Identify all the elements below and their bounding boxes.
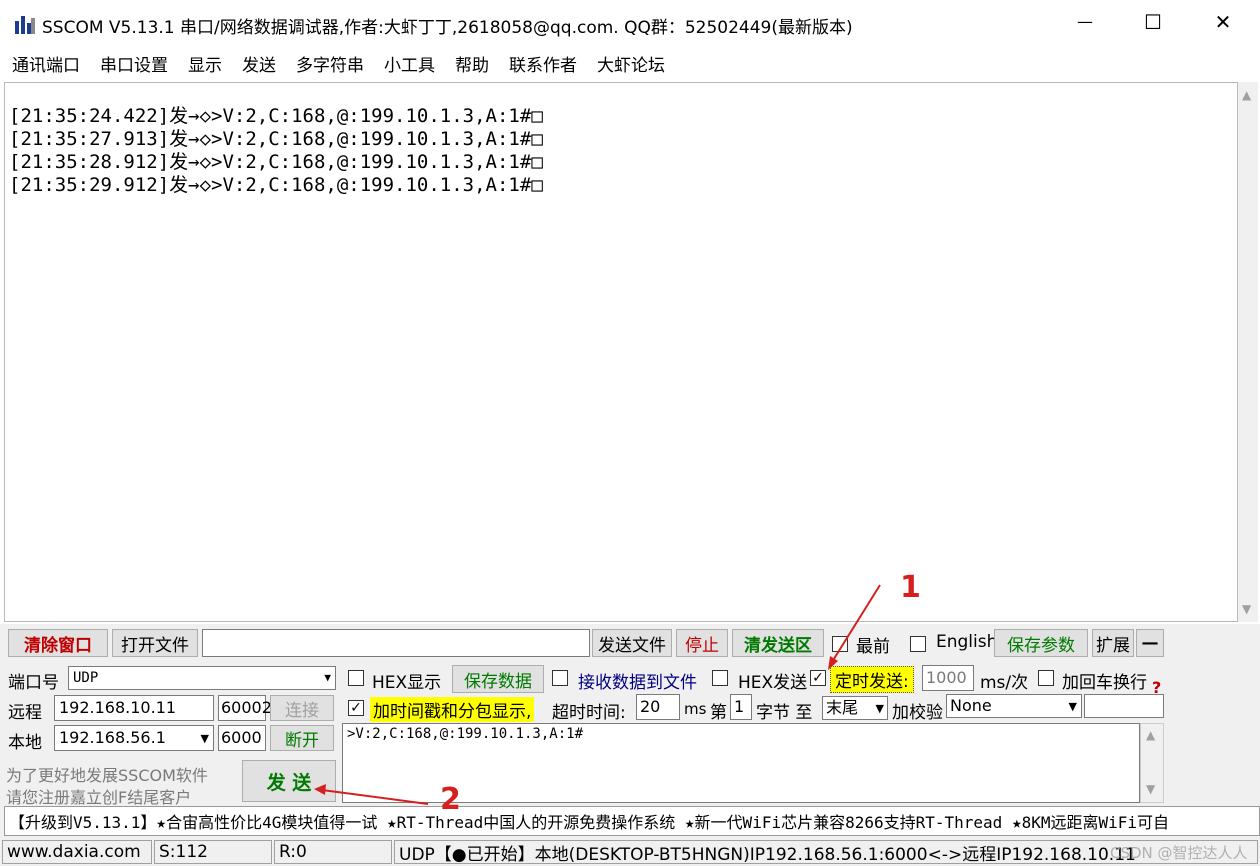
end-select[interactable]: 末尾 ▼ bbox=[822, 696, 888, 720]
timeout-label: 超时时间: bbox=[552, 703, 626, 723]
menu-bar: 通讯端口 串口设置 显示 发送 多字符串 小工具 帮助 联系作者 大虾论坛 bbox=[0, 48, 1260, 78]
disconnect-button[interactable]: 断开 bbox=[270, 725, 334, 751]
chevron-down-icon: ▼ bbox=[875, 702, 884, 715]
add-crlf-checkbox[interactable] bbox=[1038, 670, 1054, 686]
app-logo-icon bbox=[14, 13, 36, 35]
checksum-label: 加校验 bbox=[892, 703, 943, 723]
recv-to-file-checkbox[interactable] bbox=[552, 670, 568, 686]
english-label: English bbox=[936, 632, 998, 652]
menu-send[interactable]: 发送 bbox=[242, 51, 276, 76]
window-title: SSCOM V5.13.1 串口/网络数据调试器,作者:大虾丁丁,2618058… bbox=[42, 18, 853, 38]
menu-help[interactable]: 帮助 bbox=[455, 51, 489, 76]
send-text-content: >V:2,C:168,@:199.10.1.3,A:1# bbox=[347, 726, 584, 742]
port-select-value: UDP bbox=[73, 670, 99, 686]
menu-tools[interactable]: 小工具 bbox=[384, 51, 435, 76]
timestamp-checkbox[interactable]: ✓ bbox=[348, 700, 364, 716]
add-crlf-label: 加回车换行 bbox=[1062, 673, 1147, 693]
status-bar: www.daxia.com S:112 R:0 UDP【●已开始】本地(DESK… bbox=[0, 838, 1260, 866]
recv-to-file-label: 接收数据到文件 bbox=[578, 673, 697, 693]
ticker-text: 【升级到V5.13.1】★合宙高性价比4G模块值得一试 ★RT-Thread中国… bbox=[9, 813, 1170, 832]
receive-line: [21:35:24.422]发→◇>V:2,C:168,@:199.10.1.3… bbox=[9, 105, 543, 127]
timestamp-label: 加时间戳和分包显示, bbox=[370, 697, 535, 722]
promo-line-1: 为了更好地发展SSCOM软件 bbox=[6, 766, 208, 785]
status-sent-count: S:112 bbox=[154, 840, 272, 864]
menu-contact-author[interactable]: 联系作者 bbox=[509, 51, 577, 76]
connect-button[interactable]: 连接 bbox=[270, 695, 334, 721]
news-ticker[interactable]: 【升级到V5.13.1】★合宙高性价比4G模块值得一试 ★RT-Thread中国… bbox=[4, 806, 1260, 836]
checksum-select-value: None bbox=[950, 696, 992, 715]
save-data-button[interactable]: 保存数据 bbox=[452, 665, 544, 693]
scroll-up-icon[interactable]: ▲ bbox=[1146, 728, 1155, 742]
open-file-button[interactable]: 打开文件 bbox=[112, 629, 198, 657]
menu-serial-settings[interactable]: 串口设置 bbox=[100, 51, 168, 76]
remote-label: 远程 bbox=[8, 703, 42, 723]
menu-multi-string[interactable]: 多字符串 bbox=[296, 51, 364, 76]
hex-send-label: HEX发送 bbox=[738, 673, 808, 693]
receive-scrollbar[interactable]: ▲ ▼ bbox=[1238, 82, 1258, 622]
status-recv-count: R:0 bbox=[274, 840, 392, 864]
hex-send-checkbox[interactable] bbox=[712, 670, 728, 686]
timed-send-checkbox[interactable]: ✓ bbox=[810, 670, 826, 686]
title-bar[interactable]: SSCOM V5.13.1 串口/网络数据调试器,作者:大虾丁丁,2618058… bbox=[0, 0, 1260, 48]
menu-display[interactable]: 显示 bbox=[188, 51, 222, 76]
clear-window-button[interactable]: 清除窗口 bbox=[8, 629, 108, 657]
save-params-button[interactable]: 保存参数 bbox=[994, 629, 1088, 657]
maximize-button[interactable]: ☐ bbox=[1138, 10, 1168, 34]
local-label: 本地 bbox=[8, 733, 42, 753]
status-site[interactable]: www.daxia.com bbox=[2, 840, 152, 864]
local-ip-value: 192.168.56.1 bbox=[59, 728, 166, 747]
interval-unit-label: ms/次 bbox=[980, 673, 1029, 693]
port-label: 端口号 bbox=[8, 673, 59, 693]
hex-display-label: HEX显示 bbox=[372, 673, 442, 693]
receive-area[interactable]: [21:35:24.422]发→◇>V:2,C:168,@:199.10.1.3… bbox=[4, 82, 1238, 622]
watermark: CSDN @智控达人人 bbox=[1110, 844, 1248, 862]
annotation-marker-2: 2 bbox=[440, 782, 461, 817]
end-select-value: 末尾 bbox=[826, 698, 859, 717]
nth-input[interactable]: 1 bbox=[730, 694, 752, 720]
remote-port-input[interactable]: 60002 bbox=[218, 695, 272, 721]
menu-comm-port[interactable]: 通讯端口 bbox=[12, 51, 80, 76]
english-checkbox[interactable] bbox=[910, 636, 926, 652]
scroll-down-icon[interactable]: ▼ bbox=[1146, 782, 1155, 796]
clear-send-button[interactable]: 清发送区 bbox=[732, 629, 824, 657]
minimize-button[interactable]: — bbox=[1070, 12, 1100, 31]
receive-line: [21:35:27.913]发→◇>V:2,C:168,@:199.10.1.3… bbox=[9, 128, 543, 150]
expand-button[interactable]: 扩展 bbox=[1092, 629, 1134, 657]
interval-input[interactable]: 1000 bbox=[922, 665, 974, 691]
stop-button[interactable]: 停止 bbox=[676, 629, 728, 657]
remote-ip-input[interactable]: 192.168.10.11 bbox=[54, 695, 214, 721]
receive-line: [21:35:29.912]发→◇>V:2,C:168,@:199.10.1.3… bbox=[9, 174, 543, 196]
close-button[interactable]: ✕ bbox=[1208, 10, 1238, 34]
port-select[interactable]: UDP ▼ bbox=[68, 666, 336, 690]
send-scrollbar[interactable]: ▲ ▼ bbox=[1140, 723, 1164, 803]
topmost-checkbox[interactable] bbox=[832, 636, 848, 652]
send-textbox[interactable]: >V:2,C:168,@:199.10.1.3,A:1# bbox=[342, 723, 1140, 803]
send-file-button[interactable]: 发送文件 bbox=[592, 629, 672, 657]
timeout-unit-label: ms bbox=[684, 700, 707, 718]
chevron-down-icon: ▼ bbox=[200, 732, 209, 745]
promo-line-2: 请您注册嘉立创F结尾客户 bbox=[6, 788, 192, 807]
chevron-down-icon: ▼ bbox=[324, 671, 331, 684]
hex-display-checkbox[interactable] bbox=[348, 670, 364, 686]
checksum-result bbox=[1084, 694, 1164, 718]
collapse-button[interactable]: — bbox=[1136, 629, 1164, 657]
byte-to-label: 字节 至 bbox=[756, 703, 813, 723]
send-button[interactable]: 发 送 bbox=[242, 760, 336, 802]
menu-forum[interactable]: 大虾论坛 bbox=[597, 51, 665, 76]
scroll-down-icon[interactable]: ▼ bbox=[1242, 602, 1251, 616]
file-path-input[interactable] bbox=[202, 629, 590, 657]
receive-line: [21:35:28.912]发→◇>V:2,C:168,@:199.10.1.3… bbox=[9, 151, 543, 173]
nth-label: 第 bbox=[710, 703, 727, 723]
timed-send-label: 定时发送: bbox=[830, 666, 914, 693]
local-port-input[interactable]: 6000 bbox=[218, 725, 266, 751]
topmost-label: 最前 bbox=[856, 637, 890, 657]
chevron-down-icon: ▼ bbox=[1068, 700, 1077, 713]
local-ip-select[interactable]: 192.168.56.1 ▼ bbox=[54, 725, 214, 751]
annotation-marker-1: 1 bbox=[900, 570, 921, 605]
timeout-input[interactable]: 20 bbox=[636, 694, 680, 720]
scroll-up-icon[interactable]: ▲ bbox=[1242, 88, 1251, 102]
checksum-select[interactable]: None ▼ bbox=[946, 694, 1082, 718]
